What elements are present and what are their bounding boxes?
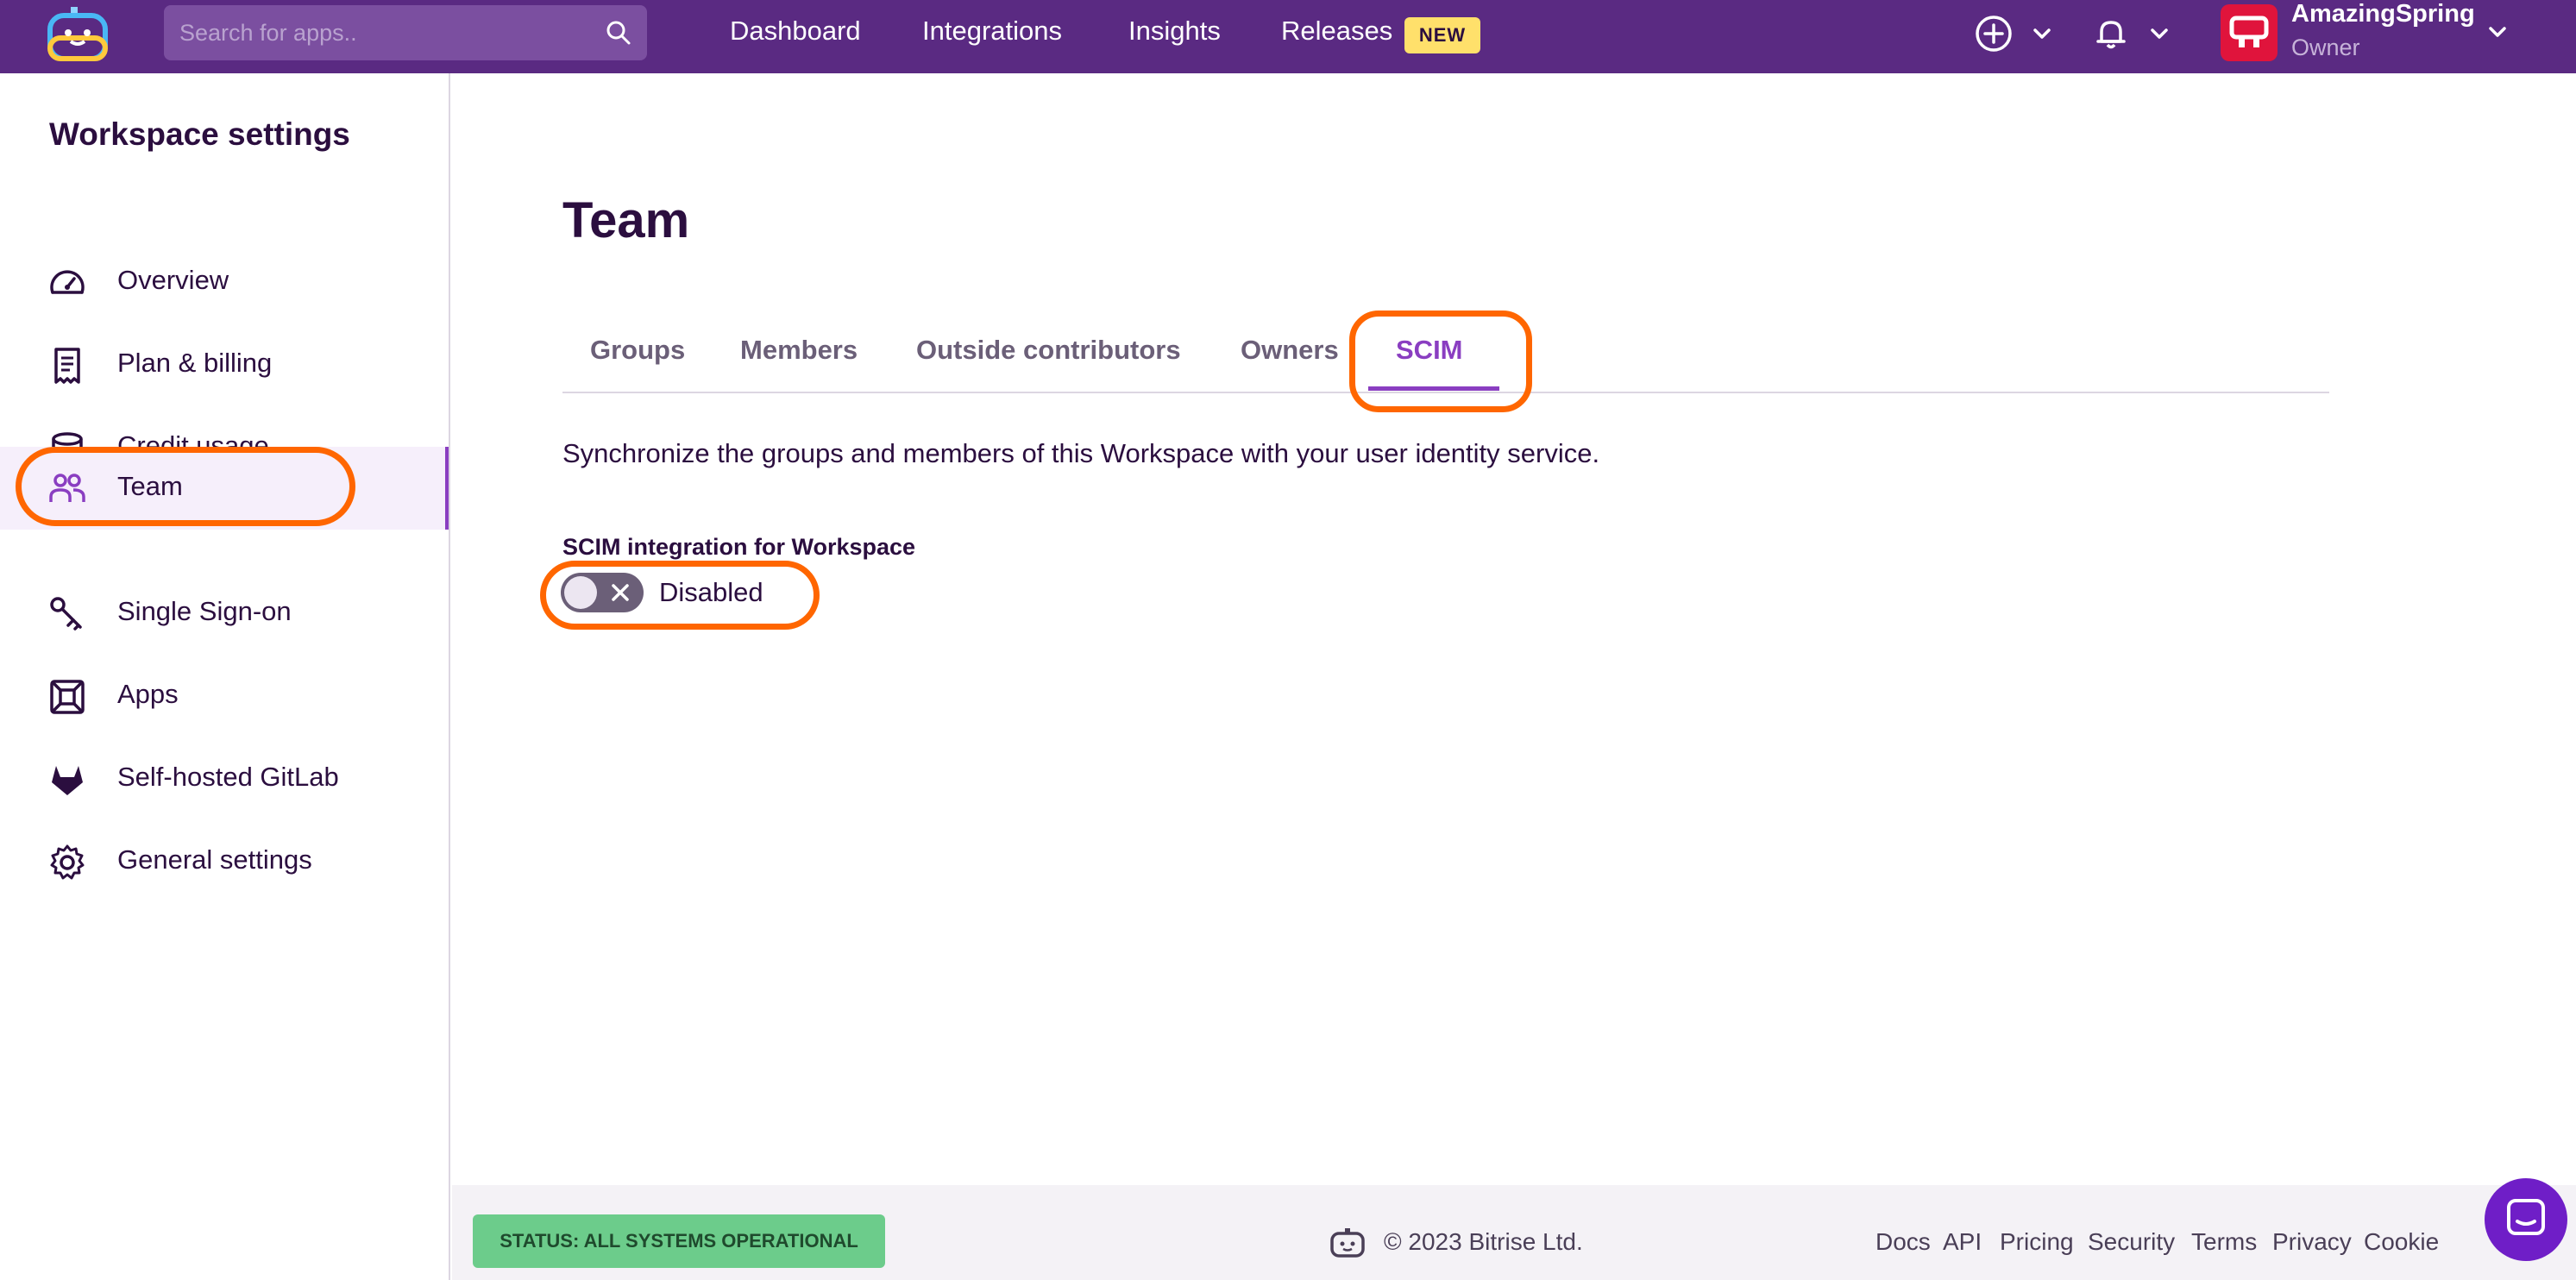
sidebar-item-plan-billing[interactable]: Plan & billing — [0, 323, 449, 406]
sidebar-item-label: Overview — [117, 265, 229, 295]
app-box-icon — [50, 680, 85, 714]
page-title: Team — [562, 192, 690, 248]
search-box[interactable] — [164, 5, 647, 60]
top-navigation-bar: Dashboard Integrations Insights Releases… — [0, 0, 2576, 73]
chat-launcher-button[interactable] — [2485, 1178, 2567, 1261]
nav-releases[interactable]: Releases — [1281, 16, 1392, 50]
chat-icon — [2507, 1199, 2545, 1235]
footer-link-privacy[interactable]: Privacy — [2272, 1228, 2352, 1256]
workspace-role: Owner — [2291, 35, 2360, 60]
sidebar-title: Workspace settings — [49, 116, 350, 152]
nav-insights[interactable]: Insights — [1128, 16, 1221, 50]
nav-integrations[interactable]: Integrations — [922, 16, 1062, 50]
workspace-avatar[interactable] — [2221, 4, 2278, 61]
footer-link-docs[interactable]: Docs — [1875, 1228, 1931, 1256]
sidebar-item-label: Plan & billing — [117, 348, 273, 378]
receipt-icon — [54, 348, 80, 384]
bitrise-bot-icon — [1330, 1228, 1365, 1258]
copyright-text: © 2023 Bitrise Ltd. — [1384, 1228, 1583, 1255]
footer: STATUS: ALL SYSTEMS OPERATIONAL © 2023 B… — [452, 1185, 2576, 1280]
footer-link-pricing[interactable]: Pricing — [2000, 1228, 2074, 1256]
highlight-team-ring — [16, 447, 355, 526]
chevron-down-icon[interactable] — [2148, 22, 2171, 45]
tab-groups[interactable]: Groups — [590, 335, 685, 366]
workspace-name[interactable]: AmazingSpring — [2291, 0, 2475, 28]
footer-link-terms[interactable]: Terms — [2191, 1228, 2257, 1256]
search-input[interactable] — [179, 5, 594, 60]
sidebar-item-single-sign-on[interactable]: Single Sign-on — [0, 572, 449, 655]
highlight-toggle-ring — [540, 561, 820, 630]
scim-integration-label: SCIM integration for Workspace — [562, 534, 916, 560]
status-badge[interactable]: STATUS: ALL SYSTEMS OPERATIONAL — [473, 1214, 885, 1268]
bell-icon[interactable] — [2091, 14, 2131, 53]
new-badge: NEW — [1404, 17, 1480, 53]
sidebar-item-general-settings[interactable]: General settings — [0, 820, 449, 903]
sidebar-item-label: Self-hosted GitLab — [117, 762, 339, 792]
key-icon — [50, 597, 82, 631]
chevron-down-icon[interactable] — [2031, 22, 2053, 45]
sidebar-item-label: Single Sign-on — [117, 596, 292, 626]
settings-sidebar: Workspace settings Overview Plan & billi… — [0, 73, 450, 1280]
footer-link-cookie[interactable]: Cookie — [2364, 1228, 2439, 1256]
footer-link-security[interactable]: Security — [2088, 1228, 2175, 1256]
sidebar-item-self-hosted-gitlab[interactable]: Self-hosted GitLab — [0, 737, 449, 820]
workspace-logo-icon — [2229, 16, 2269, 47]
gear-icon — [50, 844, 85, 880]
chevron-down-icon[interactable] — [2486, 21, 2509, 43]
gitlab-icon — [52, 766, 83, 795]
bitrise-logo-icon[interactable] — [45, 5, 110, 62]
tab-members[interactable]: Members — [740, 335, 858, 366]
scim-description: Synchronize the groups and members of th… — [562, 438, 1600, 468]
search-icon[interactable] — [606, 20, 631, 46]
add-circle-icon[interactable] — [1974, 14, 2014, 53]
nav-dashboard[interactable]: Dashboard — [730, 16, 861, 50]
sidebar-item-label: Apps — [117, 679, 179, 709]
highlight-scim-ring — [1349, 311, 1532, 412]
gauge-icon — [50, 270, 85, 294]
tab-owners[interactable]: Owners — [1241, 335, 1339, 366]
sidebar-item-apps[interactable]: Apps — [0, 655, 449, 737]
footer-link-api[interactable]: API — [1943, 1228, 1982, 1256]
sidebar-item-overview[interactable]: Overview — [0, 241, 449, 323]
sidebar-item-label: General settings — [117, 844, 312, 875]
tab-outside-contributors[interactable]: Outside contributors — [916, 335, 1181, 366]
